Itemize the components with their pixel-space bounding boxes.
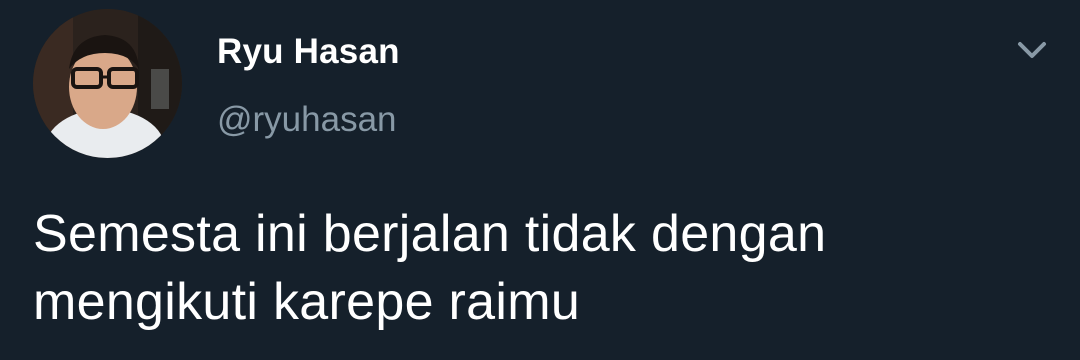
tweet-text-line-1: Semesta ini berjalan tidak dengan <box>33 205 827 263</box>
tweet-text-line-2: mengikuti karepe raimu <box>33 273 581 331</box>
author-display-name[interactable]: Ryu Hasan <box>217 32 400 72</box>
avatar-photo <box>33 9 182 158</box>
avatar[interactable] <box>33 9 182 158</box>
tweet-card: Ryu Hasan @ryuhasan Semesta ini berjalan… <box>0 0 1080 360</box>
author-handle[interactable]: @ryuhasan <box>217 100 397 140</box>
tweet-text: Semesta ini berjalan tidak dengan mengik… <box>33 200 1053 336</box>
chevron-down-icon[interactable] <box>1012 34 1052 66</box>
